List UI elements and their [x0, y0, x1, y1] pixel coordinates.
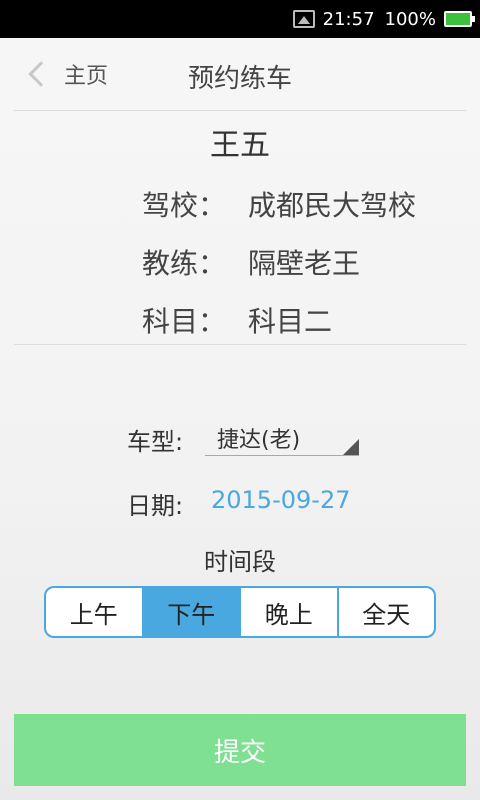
period-title: 时间段 — [204, 548, 276, 576]
info-row-subject: 科目： 科目二 — [142, 300, 332, 340]
header: 主页 预约练车 — [14, 38, 466, 111]
info-row-coach: 教练： 隔壁老王 — [142, 242, 360, 282]
info-value: 科目二 — [248, 305, 333, 338]
info-value: 隔壁老王 — [248, 247, 361, 280]
car-type-label: 车型: — [127, 428, 184, 456]
info-key: 教练： — [142, 247, 227, 280]
info-key: 科目： — [142, 305, 227, 338]
info-value: 成都民大驾校 — [248, 189, 417, 222]
period-evening[interactable]: 晚上 — [241, 588, 339, 636]
info-row-school: 驾校： 成都民大驾校 — [142, 184, 416, 224]
date-label: 日期: — [127, 492, 184, 520]
submit-button[interactable]: 提交 — [14, 714, 466, 786]
dropdown-arrow-icon — [343, 439, 359, 455]
period-all-day[interactable]: 全天 — [339, 588, 435, 636]
car-type-select[interactable]: 捷达(老) — [205, 418, 359, 456]
period-morning[interactable]: 上午 — [46, 588, 144, 636]
image-notification-icon — [292, 10, 315, 28]
period-afternoon[interactable]: 下午 — [143, 588, 241, 636]
divider — [14, 344, 466, 345]
period-segmented-control: 上午 下午 晚上 全天 — [44, 586, 436, 638]
date-picker[interactable]: 2015-09-27 — [211, 486, 350, 514]
status-time: 21:57 — [322, 8, 375, 30]
battery-percentage: 100% — [384, 8, 436, 30]
student-name: 王五 — [210, 128, 270, 163]
car-type-value: 捷达(老) — [217, 428, 301, 453]
status-bar: 21:57 100% — [0, 0, 480, 38]
battery-icon — [444, 11, 475, 27]
info-key: 驾校： — [142, 189, 227, 222]
page-title: 预约练车 — [187, 64, 292, 94]
